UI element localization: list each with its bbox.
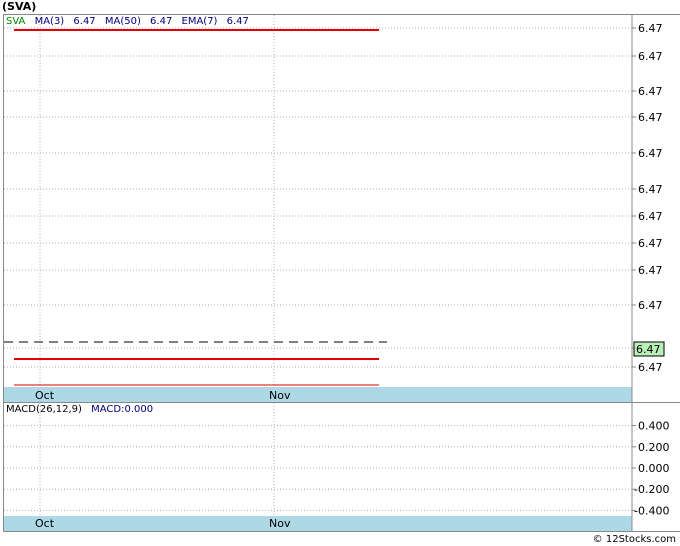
macd-chart-panel: 0.400 0.200 0.000 -0.200 -0.400 Oct Nov MACD(… bbox=[3, 402, 680, 532]
macd-y-tick-label: 0.200 bbox=[638, 441, 670, 454]
price-grid bbox=[4, 15, 632, 387]
current-price-label: 6.47 bbox=[636, 343, 661, 356]
price-y-tick-label: 6.47 bbox=[638, 264, 663, 277]
price-y-ticks: 6.47 6.47 6.47 6.47 6.47 6.47 6.47 6.47 6.47 6.47… bbox=[632, 22, 663, 374]
macd-chart: 0.400 0.200 0.000 -0.200 -0.400 Oct Nov bbox=[4, 403, 670, 531]
macd-params-label: MACD(26,12,9) bbox=[6, 404, 82, 415]
macd-y-tick-label: -0.400 bbox=[634, 504, 669, 517]
price-x-tick-label: Oct bbox=[35, 389, 55, 402]
macd-y-tick-label: 0.400 bbox=[638, 420, 670, 433]
price-chart: 6.47 6.47 6.47 6.47 6.47 6.47 6.47 6.47 6.47 6.47… bbox=[4, 15, 665, 403]
macd-x-tick-label: Oct bbox=[35, 517, 55, 530]
legend-ma50-value: 6.47 bbox=[150, 16, 173, 27]
price-y-tick-label: 6.47 bbox=[638, 147, 663, 160]
legend-ma50-label: MA(50) bbox=[104, 16, 141, 27]
legend-ema7-value: 6.47 bbox=[226, 16, 249, 27]
price-y-tick-label: 6.47 bbox=[638, 85, 663, 98]
macd-y-tick-label: 0.000 bbox=[638, 462, 670, 475]
price-legend: SVA MA(3) 6.47 MA(50) 6.47 EMA(7) 6.47 bbox=[6, 16, 255, 27]
price-y-tick-label: 6.47 bbox=[638, 361, 663, 374]
legend-ma3-label: MA(3) bbox=[34, 16, 65, 27]
price-chart-panel: 6.47 6.47 6.47 6.47 6.47 6.47 6.47 6.47 6.47 6.47… bbox=[3, 14, 680, 404]
price-y-tick-label: 6.47 bbox=[638, 210, 663, 223]
macd-y-ticks: 0.400 0.200 0.000 -0.200 -0.400 bbox=[632, 420, 670, 517]
footer-credit: © 12Stocks.com bbox=[592, 534, 676, 545]
chart-title: (SVA) bbox=[2, 0, 37, 13]
price-x-tick-label: Nov bbox=[269, 389, 291, 402]
macd-legend: MACD(26,12,9) MACD:0.000 bbox=[6, 404, 159, 415]
macd-grid bbox=[4, 403, 632, 516]
price-y-tick-label: 6.47 bbox=[638, 237, 663, 250]
macd-y-tick-label: -0.200 bbox=[634, 483, 669, 496]
macd-x-tick-label: Nov bbox=[269, 517, 291, 530]
macd-value-label: MACD:0.000 bbox=[91, 404, 154, 415]
price-y-tick-label: 6.47 bbox=[638, 299, 663, 312]
price-x-axis-band bbox=[4, 387, 632, 403]
legend-ticker: SVA bbox=[6, 16, 26, 27]
price-y-tick-label: 6.47 bbox=[638, 22, 663, 35]
price-y-tick-label: 6.47 bbox=[638, 50, 663, 63]
macd-x-axis-band bbox=[4, 516, 632, 531]
legend-ema7-label: EMA(7) bbox=[181, 16, 218, 27]
price-y-tick-label: 6.47 bbox=[638, 111, 663, 124]
price-y-tick-label: 6.47 bbox=[638, 183, 663, 196]
legend-ma3-value: 6.47 bbox=[73, 16, 96, 27]
